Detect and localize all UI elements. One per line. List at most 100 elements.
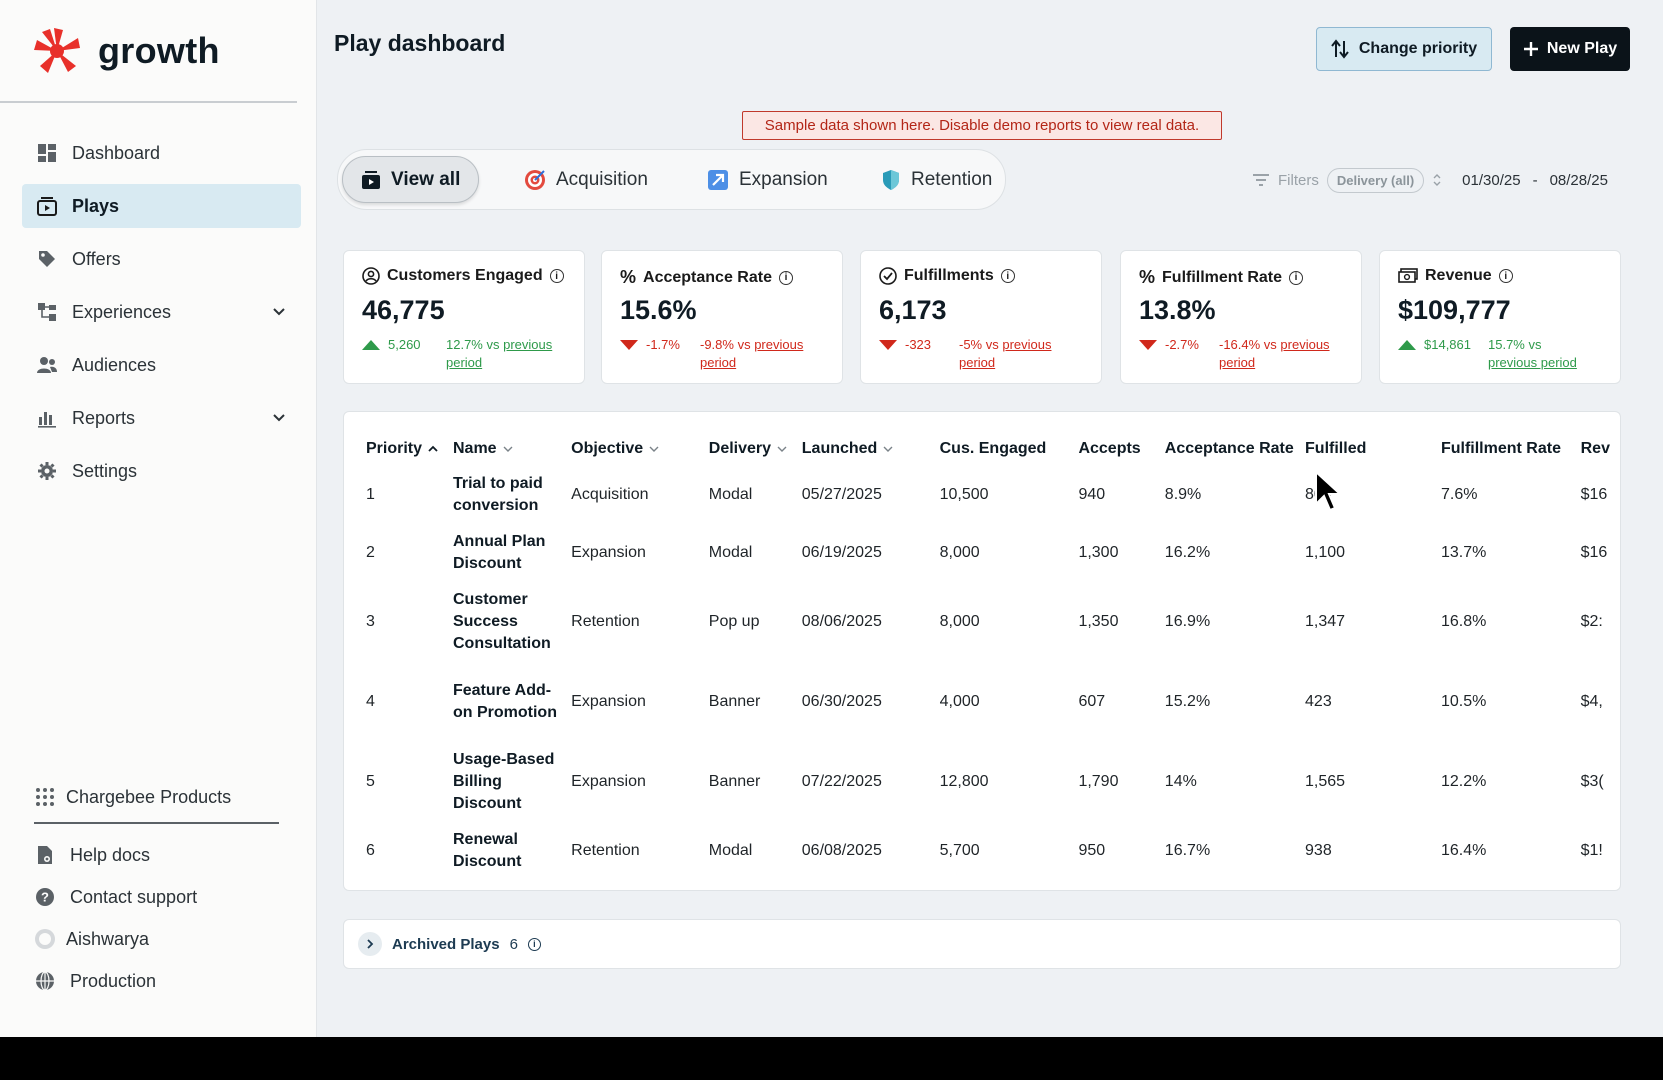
kpi-delta-value: -323 <box>905 337 932 352</box>
column-cus-engaged[interactable]: Cus. Engaged <box>940 432 1079 466</box>
help-docs-link[interactable]: Help docs <box>22 834 301 876</box>
table-row[interactable]: 6 Renewal Discount Retention Modal 06/08/202… <box>366 822 1620 880</box>
contact-support-link[interactable]: ? Contact support <box>22 876 301 918</box>
table-row[interactable]: 4 Feature Add-on Promotion Expansion Banner… <box>366 662 1620 742</box>
cell-engaged: 5,700 <box>939 842 980 859</box>
avatar <box>34 928 56 950</box>
chevron-right-icon[interactable] <box>358 932 382 956</box>
sidebar-item-settings[interactable]: Settings <box>22 449 301 493</box>
column-accepts[interactable]: Accepts <box>1078 432 1164 466</box>
cell-name[interactable]: Feature Add-on Promotion <box>453 662 571 742</box>
cell-name[interactable]: Usage-Based Billing Discount <box>453 742 571 822</box>
column-priority[interactable]: Priority <box>366 432 453 466</box>
updown-chevron-icon[interactable] <box>1432 172 1442 188</box>
tab-expansion[interactable]: Expansion <box>689 156 846 203</box>
screen-bottom-bar <box>0 1037 1663 1080</box>
column-launched[interactable]: Launched <box>802 432 940 466</box>
user-circle-icon <box>362 267 380 285</box>
cell-fulfillment-rate: 16.4% <box>1440 842 1487 859</box>
date-to[interactable]: 08/28/25 <box>1550 172 1608 189</box>
column-objective[interactable]: Objective <box>571 432 709 466</box>
archived-plays-section[interactable]: Archived Plays 6 i <box>343 919 1621 969</box>
sidebar-nav: Dashboard Plays Offers Experiences Audie… <box>22 131 301 502</box>
tab-retention[interactable]: Retention <box>863 156 1010 203</box>
previous-period-link[interactable]: period <box>1219 355 1255 370</box>
percent-icon: % <box>1139 267 1156 287</box>
sidebar: growth Dashboard Plays Offers Experience… <box>0 0 317 1037</box>
delivery-filter-pill[interactable]: Delivery (all) <box>1326 167 1425 193</box>
sidebar-item-plays[interactable]: Plays <box>22 184 301 228</box>
cell-delivery: Modal <box>708 486 753 503</box>
help-docs-label: Help docs <box>70 844 151 865</box>
contact-support-label: Contact support <box>70 886 198 907</box>
user-profile[interactable]: Aishwarya <box>22 918 301 960</box>
kpi-title: Customers Engaged <box>387 267 543 284</box>
cell-acceptance-rate: 8.9% <box>1164 486 1202 503</box>
cell-name[interactable]: Renewal Discount <box>453 822 571 880</box>
filter-icon[interactable] <box>1252 173 1270 187</box>
sidebar-item-experiences[interactable]: Experiences <box>22 290 301 334</box>
previous-period-link[interactable]: previous <box>1002 337 1051 352</box>
date-range[interactable]: 01/30/25 - 08/28/25 <box>1462 172 1608 189</box>
table-row[interactable]: 3 Customer Success Consultation Retention P… <box>366 582 1620 662</box>
column-revenue[interactable]: Rev <box>1581 432 1620 466</box>
cell-engaged: 8,000 <box>939 544 980 561</box>
previous-period-link[interactable]: period <box>446 355 482 370</box>
chevron-down-icon <box>503 446 513 452</box>
info-icon[interactable]: i <box>1289 270 1304 285</box>
sidebar-item-audiences[interactable]: Audiences <box>22 343 301 387</box>
info-icon[interactable]: i <box>549 269 564 283</box>
chargebee-products[interactable]: Chargebee Products <box>22 776 301 818</box>
cell-delivery: Pop up <box>708 613 760 630</box>
date-from[interactable]: 01/30/25 <box>1462 172 1520 189</box>
table-row[interactable]: 1 Trial to paid conversion Acquisition Moda… <box>366 466 1620 524</box>
kpi-value: 46,775 <box>362 295 445 325</box>
cell-fulfilled: 1,565 <box>1305 773 1346 790</box>
cell-name[interactable]: Annual Plan Discount <box>453 524 571 582</box>
info-icon[interactable]: i <box>778 270 793 285</box>
previous-period-link[interactable]: period <box>700 355 736 370</box>
info-icon[interactable]: i <box>1000 269 1015 283</box>
sidebar-item-offers[interactable]: Offers <box>22 237 301 281</box>
info-icon[interactable]: i <box>1498 269 1513 283</box>
kpi-pct: -5% vs <box>959 337 1003 352</box>
check-circle-icon <box>879 267 897 285</box>
column-fulfillment-rate[interactable]: Fulfillment Rate <box>1441 432 1581 466</box>
previous-period-link[interactable]: period <box>959 355 995 370</box>
filters-label[interactable]: Filters <box>1278 172 1319 189</box>
cell-acceptance-rate: 16.9% <box>1164 613 1211 630</box>
column-name[interactable]: Name <box>453 432 571 466</box>
tab-acquisition[interactable]: Acquisition <box>506 156 666 203</box>
new-play-button[interactable]: New Play <box>1510 27 1630 71</box>
previous-period-link[interactable]: previous <box>1280 337 1329 352</box>
chevron-down-icon[interactable] <box>271 304 287 320</box>
cell-engaged: 4,000 <box>939 693 980 710</box>
sidebar-item-label: Experiences <box>72 301 172 322</box>
tab-label: Expansion <box>739 168 828 190</box>
chevron-down-icon[interactable] <box>271 410 287 426</box>
divider <box>0 101 297 103</box>
info-icon[interactable]: i <box>527 937 541 951</box>
previous-period-link[interactable]: previous <box>754 337 803 352</box>
environment-switcher[interactable]: Production <box>22 960 301 1002</box>
tab-view-all[interactable]: View all <box>342 156 480 203</box>
cell-name[interactable]: Customer Success Consultation <box>453 582 571 662</box>
cell-name[interactable]: Trial to paid conversion <box>453 466 571 524</box>
kpi-comparison: -5% vs previous period <box>959 336 1079 372</box>
table-row[interactable]: 2 Annual Plan Discount Expansion Modal 06/19… <box>366 524 1620 582</box>
brand[interactable]: growth <box>32 26 220 76</box>
sidebar-item-dashboard[interactable]: Dashboard <box>22 131 301 175</box>
kpi-delta: -1.7% -9.8% vs previous period <box>620 336 820 372</box>
plays-table-card: Priority Name Objective Delivery Launche… <box>343 411 1621 891</box>
column-fulfilled[interactable]: Fulfilled <box>1305 432 1441 466</box>
user-name: Aishwarya <box>66 928 150 949</box>
sidebar-item-reports[interactable]: Reports <box>22 396 301 440</box>
previous-period-link[interactable]: previous period <box>1488 355 1577 370</box>
change-priority-button[interactable]: Change priority <box>1316 27 1492 71</box>
sidebar-item-label: Audiences <box>72 354 157 375</box>
column-acceptance-rate[interactable]: Acceptance Rate <box>1165 432 1305 466</box>
column-delivery[interactable]: Delivery <box>709 432 802 466</box>
table-row[interactable]: 5 Usage-Based Billing Discount Expansion Ba… <box>366 742 1620 822</box>
cell-accepts: 940 <box>1078 486 1106 503</box>
previous-period-link[interactable]: previous <box>503 337 552 352</box>
